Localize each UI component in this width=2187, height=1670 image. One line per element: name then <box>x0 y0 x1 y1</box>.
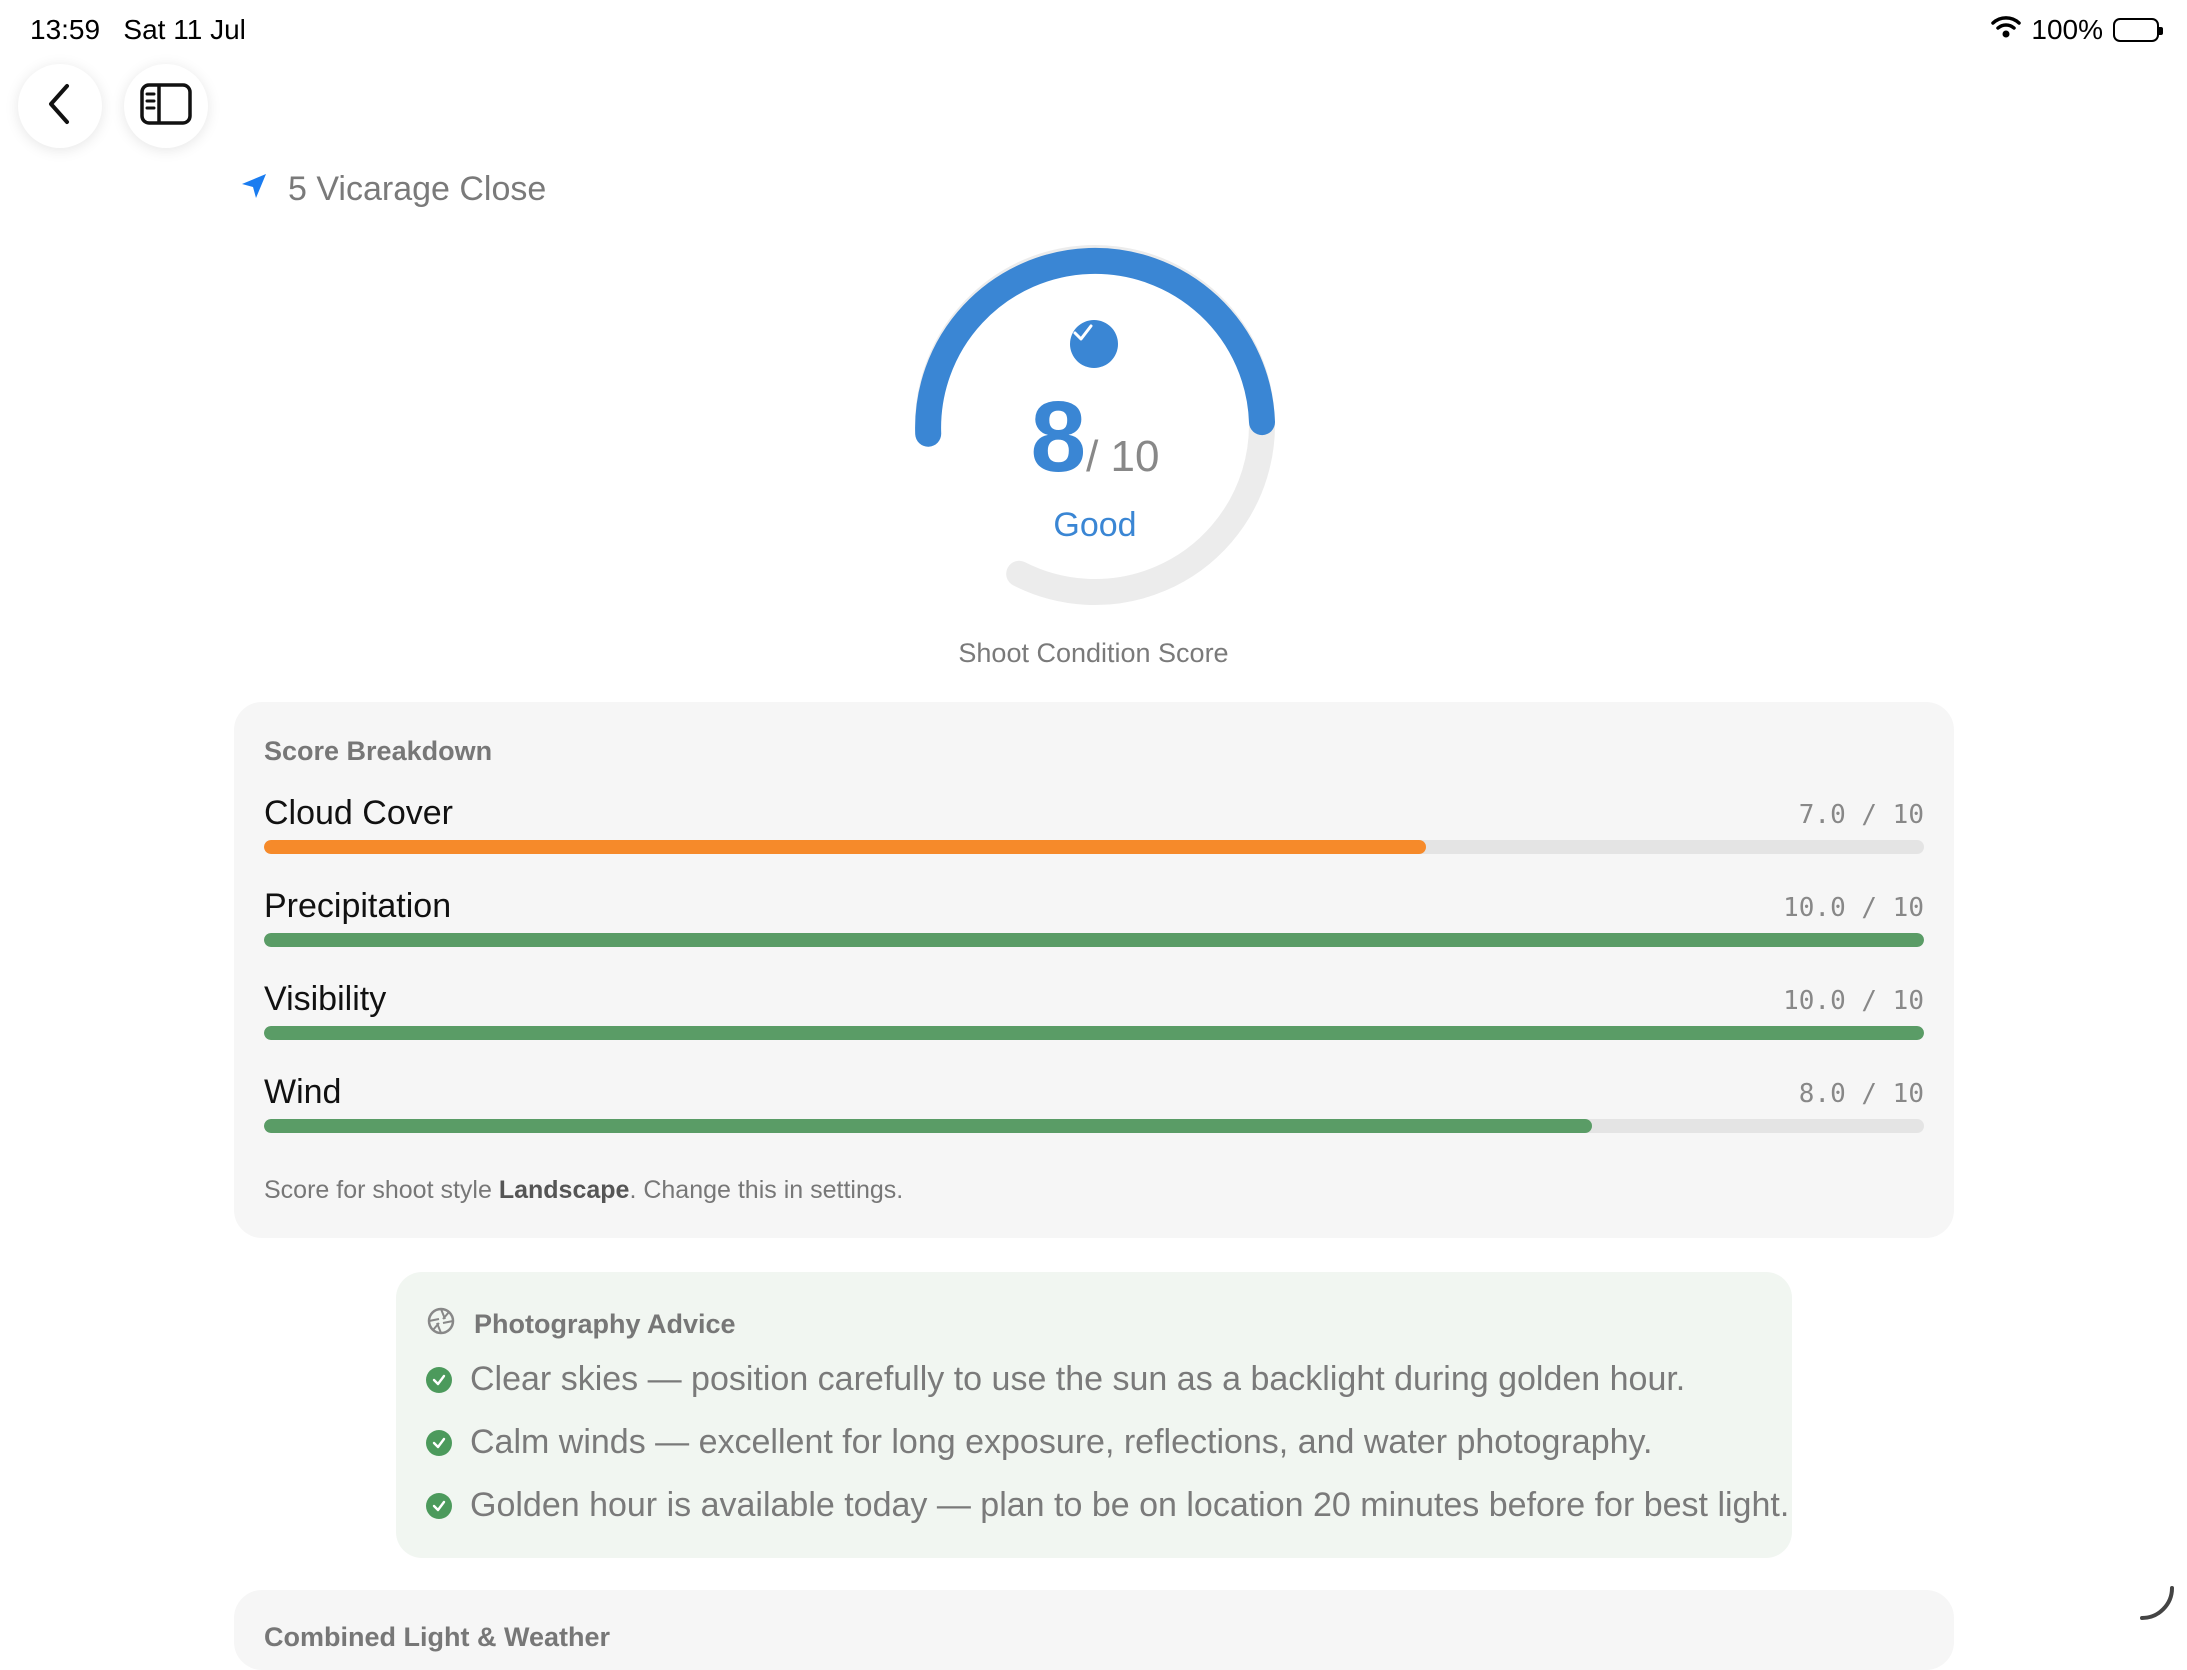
progress-fill <box>264 933 1924 947</box>
status-date: Sat 11 Jul <box>123 14 246 45</box>
battery-icon <box>2113 18 2163 42</box>
advice-text: Clear skies — position carefully to use … <box>470 1360 1686 1398</box>
breakdown-title: Score Breakdown <box>264 736 493 766</box>
combined-light-weather-card: Combined Light & Weather <box>234 1590 1954 1670</box>
row-label: Cloud Cover <box>264 794 453 832</box>
progress-fill <box>264 840 1426 854</box>
advice-item: Golden hour is available today — plan to… <box>426 1486 1789 1525</box>
checkmark-icon <box>1070 320 1118 368</box>
footer-prefix: Score for shoot style <box>264 1176 499 1204</box>
progress-fill <box>264 1119 1592 1133</box>
resize-handle-icon[interactable] <box>2138 1584 2178 1629</box>
gauge-score: 8/ 10 <box>900 380 1290 495</box>
score-rating: Good <box>1053 506 1137 544</box>
advice-title: Photography Advice <box>474 1309 736 1339</box>
photography-advice-card: Photography Advice Clear skies — positio… <box>396 1272 1792 1558</box>
row-value: 7.0 / 10 <box>1798 800 1924 830</box>
location-label[interactable]: 5 Vicarage Close <box>240 170 546 209</box>
progress-track <box>264 1026 1924 1040</box>
score-caption: Shoot Condition Score <box>958 638 1229 668</box>
chevron-left-icon <box>45 82 75 131</box>
aperture-icon <box>426 1306 456 1343</box>
advice-text: Golden hour is available today — plan to… <box>470 1486 1790 1524</box>
progress-track <box>264 1119 1924 1133</box>
score-gauge: 8/ 10 Good <box>900 230 1290 620</box>
progress-track <box>264 933 1924 947</box>
advice-text: Calm winds — excellent for long exposure… <box>470 1423 1653 1461</box>
score-breakdown-card: Score Breakdown Cloud Cover 7.0 / 10 Pre… <box>234 702 1954 1238</box>
advice-item: Calm winds — excellent for long exposure… <box>426 1423 1652 1462</box>
location-name: 5 Vicarage Close <box>288 170 547 208</box>
advice-item: Clear skies — position carefully to use … <box>426 1360 1685 1399</box>
sidebar-toggle-button[interactable] <box>124 64 208 148</box>
row-value: 10.0 / 10 <box>1783 893 1924 923</box>
advice-header: Photography Advice <box>426 1306 736 1343</box>
progress-fill <box>264 1026 1924 1040</box>
check-circle-icon <box>426 1492 452 1519</box>
check-circle-icon <box>426 1429 452 1456</box>
row-label: Precipitation <box>264 887 452 925</box>
location-arrow-icon <box>240 170 268 209</box>
row-value: 10.0 / 10 <box>1783 986 1924 1016</box>
status-time-date: 13:59 Sat 11 Jul <box>30 14 246 46</box>
row-label: Visibility <box>264 980 387 1018</box>
shoot-style: Landscape <box>498 1176 630 1204</box>
footer-suffix: . Change this in settings. <box>629 1176 904 1204</box>
row-value: 8.0 / 10 <box>1798 1079 1924 1109</box>
status-time: 13:59 <box>30 14 101 45</box>
section-title: Combined Light & Weather <box>264 1622 611 1652</box>
sidebar-icon <box>139 82 193 131</box>
battery-percent: 100% <box>2031 14 2103 45</box>
status-indicators: 100% <box>1991 14 2163 46</box>
breakdown-footer: Score for shoot style Landscape. Change … <box>264 1176 903 1205</box>
progress-track <box>264 840 1924 854</box>
score-value: 8 <box>1030 381 1087 493</box>
score-max: / 10 <box>1086 432 1160 481</box>
wifi-icon <box>1991 14 2022 46</box>
row-label: Wind <box>264 1073 342 1111</box>
check-circle-icon <box>426 1366 452 1393</box>
back-button[interactable] <box>18 64 102 148</box>
